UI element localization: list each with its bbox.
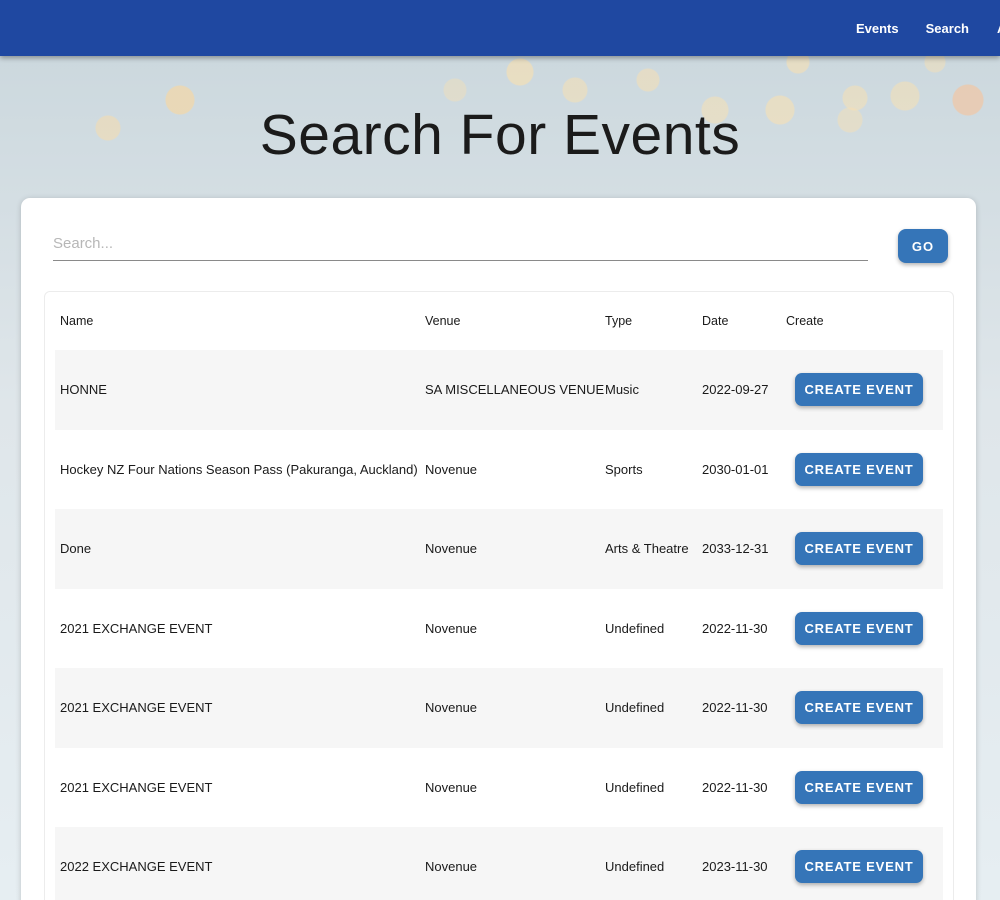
create-event-button[interactable]: CREATE EVENT xyxy=(795,373,923,406)
table-row: 2021 EXCHANGE EVENT Novenue Undefined 20… xyxy=(55,668,943,748)
event-type: Undefined xyxy=(605,779,665,795)
table-row: 2021 EXCHANGE EVENT Novenue Undefined 20… xyxy=(55,747,943,827)
event-name: Hockey NZ Four Nations Season Pass (Paku… xyxy=(60,461,418,477)
create-event-button[interactable]: CREATE EVENT xyxy=(795,611,923,645)
event-name: 2021 EXCHANGE EVENT xyxy=(60,620,213,636)
nav-menu: Events Search A xyxy=(829,0,1000,56)
event-date: 2022-11-30 xyxy=(702,700,768,716)
event-name: 2021 EXCHANGE EVENT xyxy=(60,700,213,716)
event-date: 2030-01-01 xyxy=(702,461,769,477)
header-type: Type xyxy=(605,314,633,328)
event-name: HONNE xyxy=(60,382,107,398)
header-name: Name xyxy=(60,314,94,328)
nav-link-search[interactable]: Search xyxy=(926,21,969,36)
event-date: 2022-11-30 xyxy=(702,779,768,795)
header-create: Create xyxy=(786,314,824,328)
event-type: Sports xyxy=(605,461,643,477)
go-button[interactable]: GO xyxy=(898,229,948,263)
event-venue: Novenue xyxy=(425,620,478,636)
page-title: Search For Events xyxy=(259,103,741,167)
event-name: Done xyxy=(60,541,92,557)
table-body: HONNE SA MISCELLANEOUS VENUE Music 2022-… xyxy=(55,350,943,900)
top-navbar: Events Search A xyxy=(0,0,1000,56)
search-input[interactable] xyxy=(53,226,868,261)
create-event-button[interactable]: CREATE EVENT xyxy=(795,770,923,804)
table-row: Done Novenue Arts & Theatre 2033-12-31 C… xyxy=(55,509,943,589)
nav-link-events[interactable]: Events xyxy=(856,21,899,36)
event-type: Music xyxy=(605,382,639,398)
event-type: Undefined xyxy=(605,859,665,875)
search-card: GO Name Venue Type Date Create HONNE SA … xyxy=(21,198,976,900)
event-venue: Novenue xyxy=(425,700,478,716)
table-row: 2021 EXCHANGE EVENT Novenue Undefined 20… xyxy=(55,588,943,668)
create-event-button[interactable]: CREATE EVENT xyxy=(795,452,923,486)
event-name: 2022 EXCHANGE EVENT xyxy=(60,859,213,875)
event-date: 2033-12-31 xyxy=(702,541,769,557)
event-venue: Novenue xyxy=(425,461,478,477)
header-date: Date xyxy=(702,314,729,328)
header-venue: Venue xyxy=(425,314,461,328)
event-type: Undefined xyxy=(605,700,665,716)
table-row: Hockey NZ Four Nations Season Pass (Paku… xyxy=(55,429,943,509)
event-type: Undefined xyxy=(605,620,665,636)
table-row: 2022 EXCHANGE EVENT Novenue Undefined 20… xyxy=(55,827,943,900)
event-date: 2022-09-27 xyxy=(702,382,769,398)
event-name: 2021 EXCHANGE EVENT xyxy=(60,779,213,795)
event-date: 2022-11-30 xyxy=(702,620,768,636)
events-table: Name Venue Type Date Create HONNE SA MIS… xyxy=(44,291,954,900)
create-event-button[interactable]: CREATE EVENT xyxy=(795,691,923,724)
event-venue: SA MISCELLANEOUS VENUE xyxy=(425,382,605,398)
event-venue: Novenue xyxy=(425,779,478,795)
event-venue: Novenue xyxy=(425,859,478,875)
table-header-row: Name Venue Type Date Create xyxy=(55,292,943,350)
event-date: 2023-11-30 xyxy=(702,859,768,875)
create-event-button[interactable]: CREATE EVENT xyxy=(795,532,923,565)
table-row: HONNE SA MISCELLANEOUS VENUE Music 2022-… xyxy=(55,350,943,430)
create-event-button[interactable]: CREATE EVENT xyxy=(795,850,923,883)
event-type: Arts & Theatre xyxy=(605,541,689,557)
event-venue: Novenue xyxy=(425,541,478,557)
